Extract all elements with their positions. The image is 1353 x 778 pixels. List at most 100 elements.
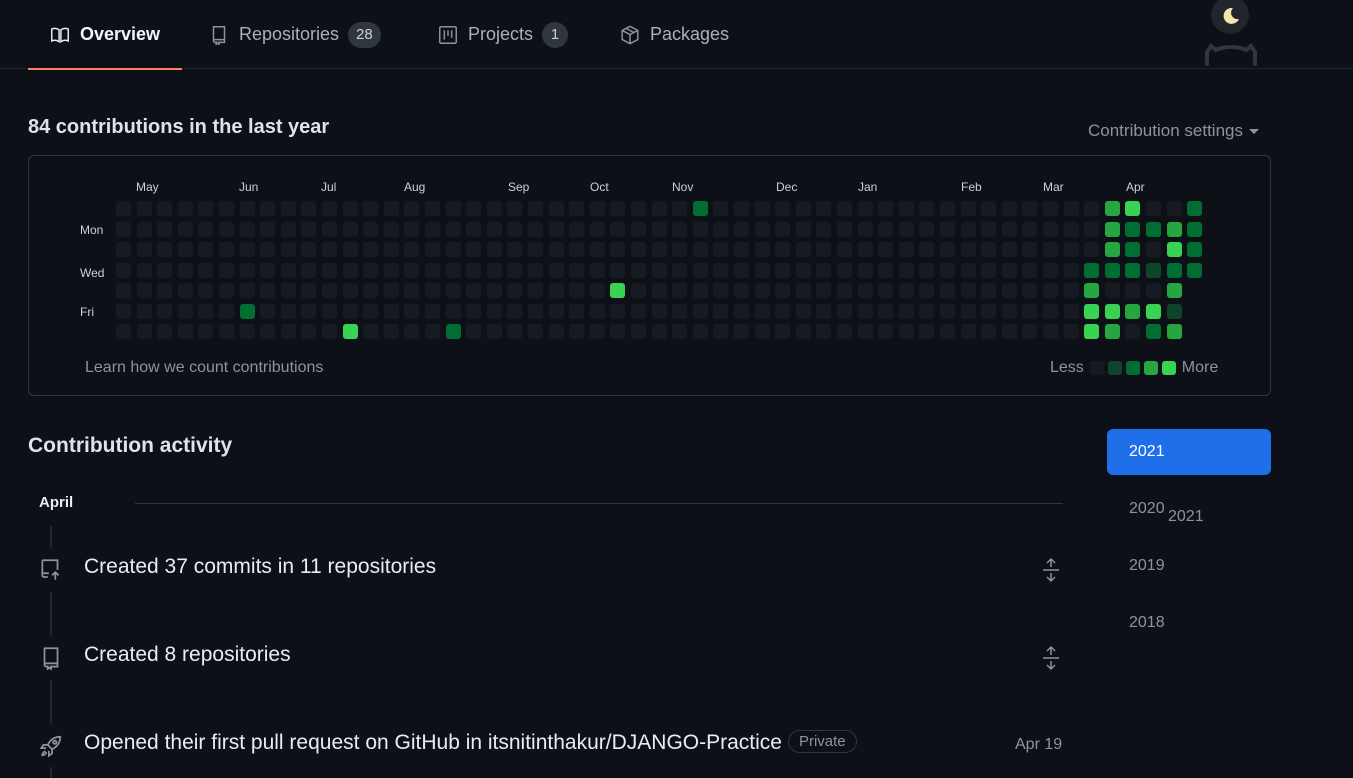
contribution-day-cell[interactable]: [176, 241, 194, 258]
contribution-day-cell[interactable]: [444, 282, 462, 299]
contribution-day-cell[interactable]: [156, 282, 174, 299]
contribution-day-cell[interactable]: [382, 282, 400, 299]
contribution-day-cell[interactable]: [300, 302, 318, 320]
contribution-day-cell[interactable]: [506, 302, 524, 320]
contribution-day-cell[interactable]: [794, 200, 812, 217]
contribution-day-cell[interactable]: [465, 200, 483, 217]
year-2020-link[interactable]: 2020: [1107, 486, 1271, 532]
contribution-day-cell[interactable]: [382, 302, 400, 320]
contribution-day-cell[interactable]: [218, 200, 235, 217]
contribution-day-cell[interactable]: [836, 282, 853, 299]
contribution-day-cell[interactable]: [939, 220, 956, 238]
contribution-day-cell[interactable]: [1000, 241, 1018, 258]
contribution-day-cell[interactable]: [650, 200, 668, 217]
tab-repositories[interactable]: Repositories 28: [208, 0, 381, 69]
contribution-day-cell[interactable]: [568, 200, 586, 217]
contribution-day-cell[interactable]: [1186, 241, 1204, 258]
contribution-day-cell[interactable]: [176, 200, 194, 217]
contribution-day-cell[interactable]: [218, 241, 235, 258]
contribution-day-cell[interactable]: [444, 200, 462, 217]
contribution-day-cell[interactable]: [424, 200, 441, 217]
contribution-day-cell[interactable]: [959, 282, 977, 299]
contribution-day-cell[interactable]: [341, 282, 359, 299]
contribution-day-cell[interactable]: [176, 323, 194, 340]
contribution-day-cell[interactable]: [115, 323, 132, 340]
contribution-day-cell[interactable]: [259, 241, 277, 258]
contribution-day-cell[interactable]: [712, 323, 730, 340]
contribution-day-cell[interactable]: [424, 302, 441, 320]
contribution-day-cell[interactable]: [218, 282, 235, 299]
contribution-day-cell[interactable]: [424, 220, 441, 238]
contribution-day-cell[interactable]: [959, 220, 977, 238]
contribution-day-cell[interactable]: [1042, 282, 1059, 299]
contribution-day-cell[interactable]: [609, 282, 627, 299]
contribution-day-cell[interactable]: [1062, 220, 1080, 238]
contribution-day-cell[interactable]: [382, 323, 400, 340]
contribution-day-cell[interactable]: [527, 261, 544, 279]
contribution-day-cell[interactable]: [1000, 200, 1018, 217]
contribution-day-cell[interactable]: [1062, 282, 1080, 299]
contribution-day-cell[interactable]: [1042, 220, 1059, 238]
contribution-day-cell[interactable]: [733, 241, 750, 258]
contribution-day-cell[interactable]: [856, 220, 874, 238]
contribution-day-cell[interactable]: [156, 261, 174, 279]
contribution-day-cell[interactable]: [918, 323, 936, 340]
contribution-day-cell[interactable]: [568, 282, 586, 299]
contribution-day-cell[interactable]: [568, 302, 586, 320]
tab-packages[interactable]: Packages: [619, 0, 729, 69]
contribution-day-cell[interactable]: [403, 261, 421, 279]
contribution-day-cell[interactable]: [527, 241, 544, 258]
contribution-day-cell[interactable]: [877, 261, 895, 279]
contribution-day-cell[interactable]: [362, 241, 380, 258]
contribution-day-cell[interactable]: [712, 241, 730, 258]
contribution-day-cell[interactable]: [856, 282, 874, 299]
contribution-day-cell[interactable]: [218, 220, 235, 238]
contribution-day-cell[interactable]: [362, 220, 380, 238]
contribution-day-cell[interactable]: [444, 261, 462, 279]
contribution-day-cell[interactable]: [877, 302, 895, 320]
contribution-day-cell[interactable]: [279, 241, 297, 258]
contribution-day-cell[interactable]: [568, 261, 586, 279]
contribution-day-cell[interactable]: [609, 323, 627, 340]
contribution-day-cell[interactable]: [403, 323, 421, 340]
contribution-day-cell[interactable]: [980, 241, 998, 258]
contribution-day-cell[interactable]: [774, 323, 792, 340]
contribution-day-cell[interactable]: [238, 261, 256, 279]
contribution-day-cell[interactable]: [1083, 302, 1101, 320]
contribution-day-cell[interactable]: [774, 241, 792, 258]
contribution-day-cell[interactable]: [506, 200, 524, 217]
contribution-day-cell[interactable]: [424, 323, 441, 340]
contribution-day-cell[interactable]: [382, 261, 400, 279]
contribution-day-cell[interactable]: [650, 261, 668, 279]
unfold-icon[interactable]: [1041, 645, 1061, 671]
contribution-day-cell[interactable]: [980, 200, 998, 217]
contribution-day-cell[interactable]: [712, 200, 730, 217]
contribution-day-cell[interactable]: [1103, 261, 1121, 279]
contribution-day-cell[interactable]: [238, 241, 256, 258]
contribution-day-cell[interactable]: [980, 302, 998, 320]
contribution-day-cell[interactable]: [568, 220, 586, 238]
contribution-day-cell[interactable]: [877, 220, 895, 238]
contribution-day-cell[interactable]: [341, 302, 359, 320]
contribution-day-cell[interactable]: [609, 220, 627, 238]
contribution-day-cell[interactable]: [815, 200, 833, 217]
contribution-day-cell[interactable]: [671, 302, 689, 320]
contribution-day-cell[interactable]: [279, 261, 297, 279]
contribution-day-cell[interactable]: [465, 261, 483, 279]
contribution-day-cell[interactable]: [650, 323, 668, 340]
contribution-day-cell[interactable]: [1042, 302, 1059, 320]
contribution-day-cell[interactable]: [1083, 241, 1101, 258]
contribution-day-cell[interactable]: [939, 302, 956, 320]
contribution-day-cell[interactable]: [588, 261, 606, 279]
contribution-day-cell[interactable]: [300, 261, 318, 279]
contribution-day-cell[interactable]: [588, 241, 606, 258]
contribution-day-cell[interactable]: [1165, 220, 1183, 238]
contribution-day-cell[interactable]: [959, 323, 977, 340]
contribution-day-cell[interactable]: [300, 200, 318, 217]
contribution-day-cell[interactable]: [836, 241, 853, 258]
contribution-day-cell[interactable]: [547, 241, 565, 258]
contribution-day-cell[interactable]: [836, 220, 853, 238]
contribution-day-cell[interactable]: [815, 241, 833, 258]
contribution-day-cell[interactable]: [115, 261, 132, 279]
contribution-day-cell[interactable]: [321, 302, 338, 320]
